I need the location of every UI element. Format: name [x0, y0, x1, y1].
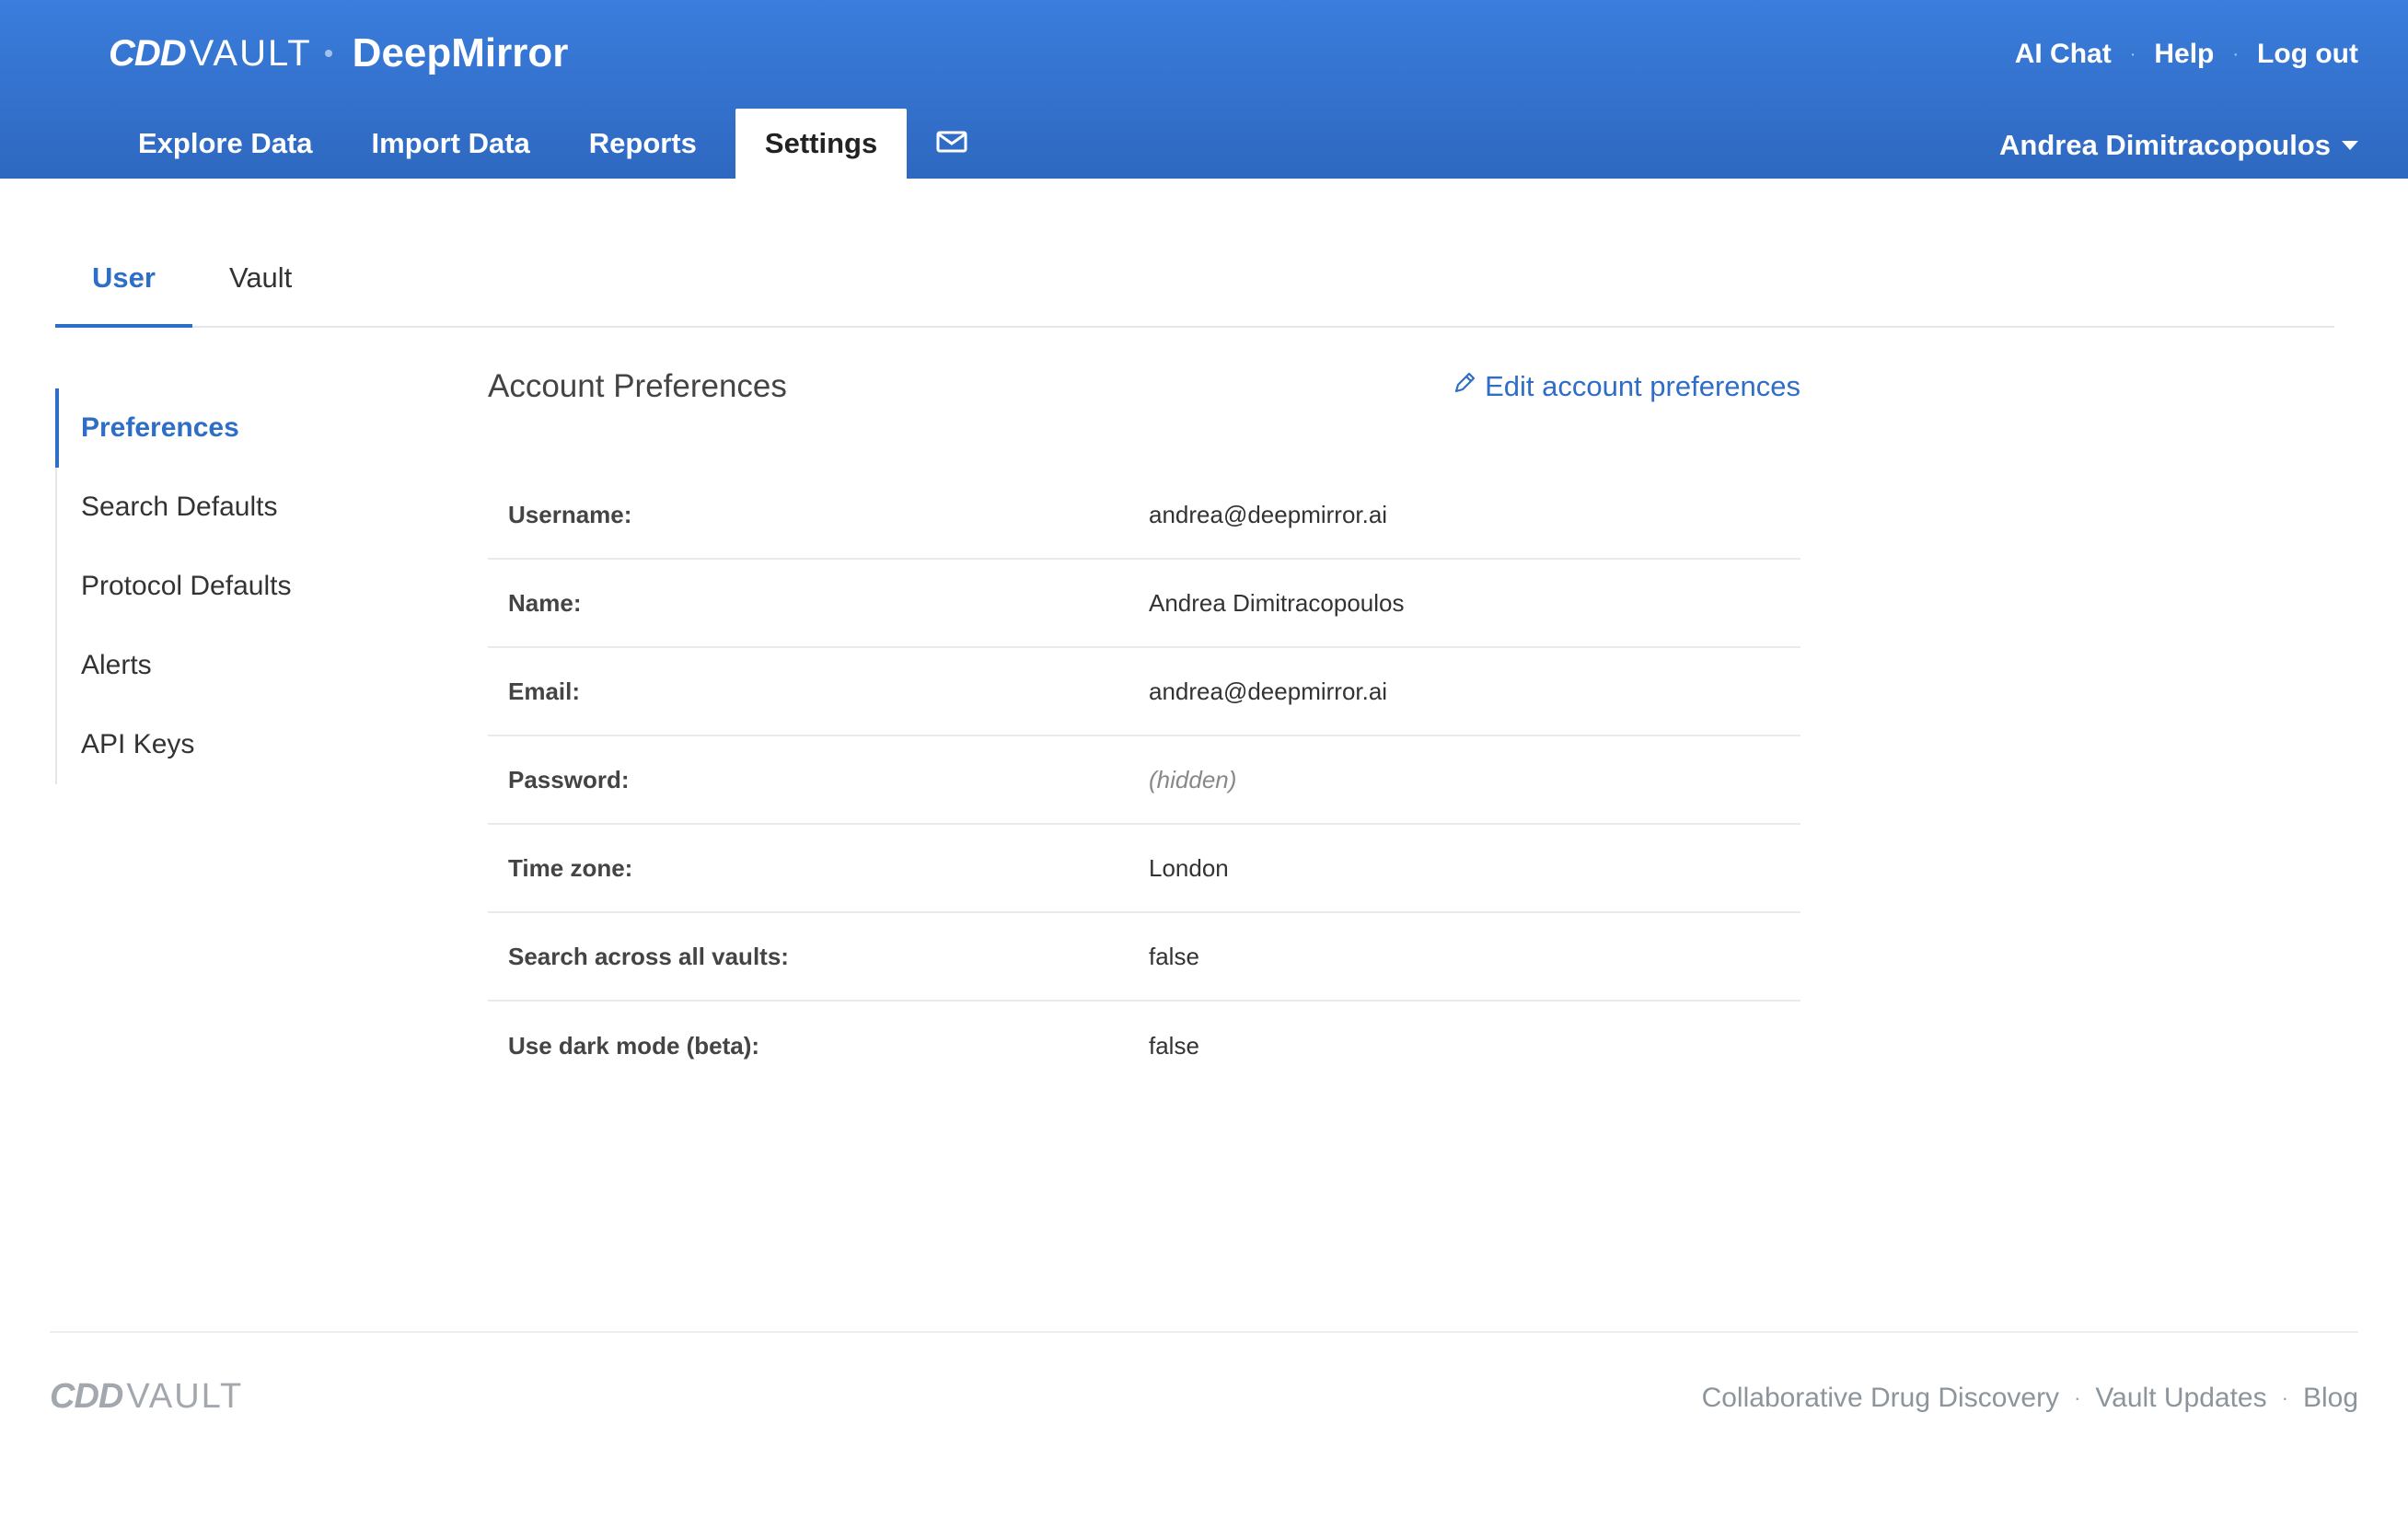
table-row: Time zone: London	[488, 825, 1800, 913]
row-value: false	[1149, 1031, 1199, 1060]
top-links: AI Chat · Help · Log out	[2015, 39, 2358, 70]
envelope-icon	[936, 131, 967, 157]
main-nav: Explore Data Import Data Reports Setting…	[109, 109, 997, 179]
table-row: Use dark mode (beta): false	[488, 1002, 1800, 1090]
separator-dot: ·	[2074, 1386, 2081, 1409]
row-label: Use dark mode (beta):	[508, 1031, 760, 1060]
sidebar-item-search-defaults[interactable]: Search Defaults	[57, 468, 405, 547]
table-row: Search across all vaults: false	[488, 913, 1800, 1002]
footer-links: Collaborative Drug Discovery · Vault Upd…	[1702, 1383, 2358, 1414]
logo-vault: VAULT	[189, 32, 312, 74]
footer-link-blog[interactable]: Blog	[2303, 1383, 2358, 1414]
brand: CDD VAULT DeepMirror	[109, 28, 568, 79]
footer-cdd-vault-logo[interactable]: CDD VAULT	[50, 1377, 243, 1417]
settings-sidebar: Preferences Search Defaults Protocol Def…	[55, 388, 405, 784]
logout-link[interactable]: Log out	[2257, 39, 2358, 70]
logo-vault: VAULT	[126, 1377, 244, 1416]
messages-button[interactable]	[907, 109, 997, 179]
org-name: DeepMirror	[352, 30, 569, 75]
footer-divider	[50, 1331, 2358, 1333]
row-value: (hidden)	[1149, 765, 1237, 793]
nav-import-data[interactable]: Import Data	[342, 109, 560, 179]
row-value: andrea@deepmirror.ai	[1149, 677, 1388, 705]
tab-vault[interactable]: Vault	[192, 243, 329, 326]
row-value: andrea@deepmirror.ai	[1149, 500, 1388, 528]
edit-account-preferences-link[interactable]: Edit account preferences	[1452, 370, 1800, 403]
table-row: Name: Andrea Dimitracopoulos	[488, 560, 1800, 648]
panel-header: Account Preferences Edit account prefere…	[488, 359, 1800, 414]
logo-separator-dot	[324, 50, 332, 57]
logo-mark: CDD	[50, 1377, 123, 1416]
edit-link-label: Edit account preferences	[1485, 370, 1800, 402]
help-link[interactable]: Help	[2154, 39, 2214, 70]
row-label: Search across all vaults:	[508, 942, 789, 970]
table-row: Email: andrea@deepmirror.ai	[488, 648, 1800, 736]
ai-chat-link[interactable]: AI Chat	[2015, 39, 2112, 70]
page-title: Account Preferences	[488, 368, 787, 404]
sidebar-item-api-keys[interactable]: API Keys	[57, 705, 405, 784]
row-value: false	[1149, 942, 1199, 970]
table-row: Username: andrea@deepmirror.ai	[488, 471, 1800, 560]
row-label: Email:	[508, 677, 581, 705]
logo-mark: CDD	[109, 32, 187, 74]
row-label: Name:	[508, 588, 582, 617]
nav-reports[interactable]: Reports	[560, 109, 726, 179]
top-header: CDD VAULT DeepMirror AI Chat · Help · Lo…	[0, 0, 2408, 179]
separator-dot: ·	[2281, 1386, 2288, 1409]
sidebar-item-protocol-defaults[interactable]: Protocol Defaults	[57, 547, 405, 626]
account-preferences-panel: Account Preferences Edit account prefere…	[488, 359, 1800, 1090]
nav-settings[interactable]: Settings	[735, 109, 908, 179]
row-value: London	[1149, 853, 1229, 882]
row-label: Password:	[508, 765, 630, 793]
user-name: Andrea Dimitracopoulos	[1999, 129, 2331, 161]
user-menu[interactable]: Andrea Dimitracopoulos	[1999, 129, 2358, 162]
separator-dot: ·	[2232, 43, 2240, 64]
tab-user[interactable]: User	[55, 243, 192, 328]
settings-subtabs: User Vault	[55, 243, 2334, 328]
footer-link-vault-updates[interactable]: Vault Updates	[2095, 1383, 2266, 1414]
sidebar-item-alerts[interactable]: Alerts	[57, 626, 405, 705]
caret-down-icon	[2342, 141, 2358, 150]
separator-dot: ·	[2129, 43, 2136, 64]
row-label: Username:	[508, 500, 632, 528]
footer-link-cdd[interactable]: Collaborative Drug Discovery	[1702, 1383, 2059, 1414]
pencil-icon	[1452, 370, 1485, 403]
cdd-vault-logo[interactable]: CDD VAULT	[109, 33, 312, 75]
sidebar-item-preferences[interactable]: Preferences	[55, 388, 405, 468]
nav-explore-data[interactable]: Explore Data	[109, 109, 342, 179]
preferences-table: Username: andrea@deepmirror.ai Name: And…	[488, 471, 1800, 1090]
row-value: Andrea Dimitracopoulos	[1149, 588, 1405, 617]
row-label: Time zone:	[508, 853, 633, 882]
table-row: Password: (hidden)	[488, 736, 1800, 825]
